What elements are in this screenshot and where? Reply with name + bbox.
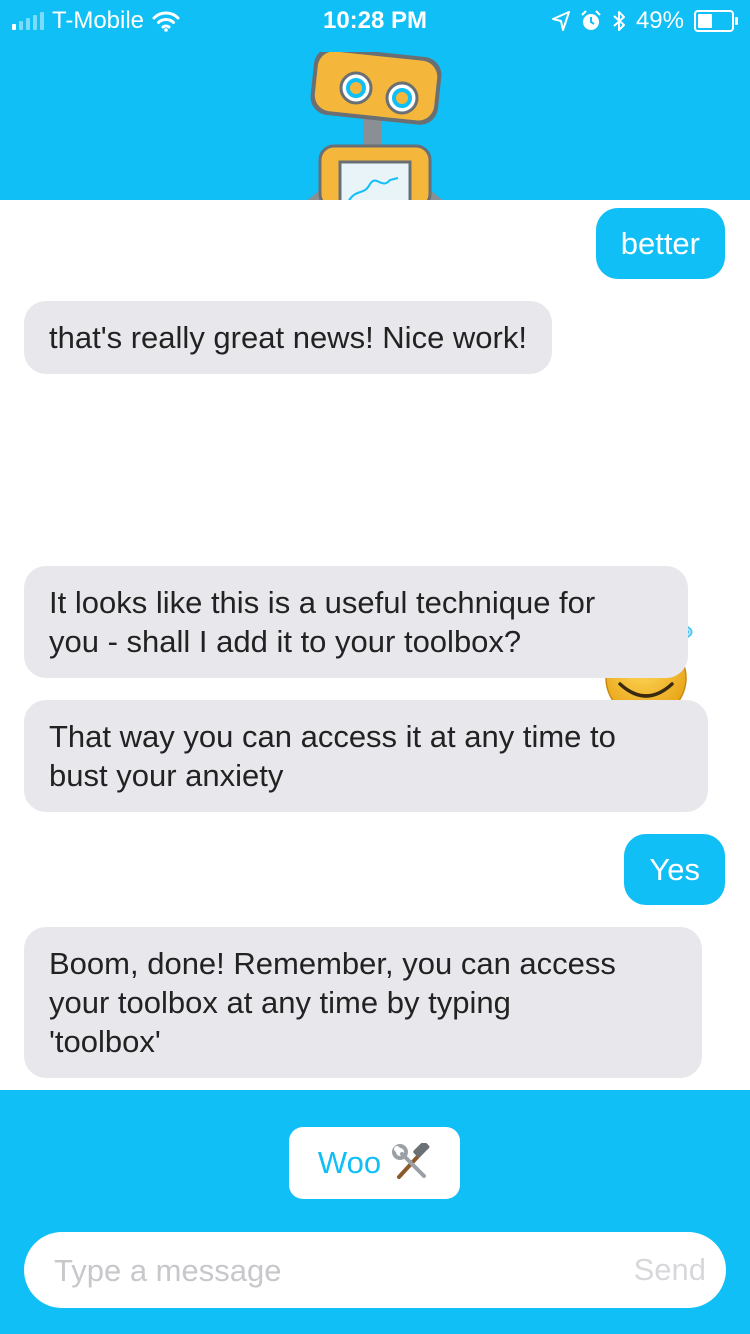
hammer-and-wrench-icon [392, 1143, 430, 1179]
message-text: better [620, 226, 700, 261]
message-composer: Send [24, 1232, 726, 1310]
send-button[interactable]: Send [634, 1232, 706, 1308]
status-bar-right: 49% [551, 7, 738, 35]
chat-header: T-Mobile 10:28 PM 49% [0, 0, 750, 200]
message-text: that's really great news! Nice work! [49, 320, 527, 355]
quick-reply-button[interactable]: Woo [289, 1127, 460, 1199]
message-user: Yes [624, 834, 725, 905]
alarm-icon [581, 10, 601, 30]
chat-footer: Woo Send [0, 1090, 750, 1334]
message-bot: That way you can access it at any time t… [24, 700, 708, 812]
message-text-line: you - shall I add it to your toolbox? [49, 624, 522, 659]
message-text-line: bust your anxiety [49, 758, 284, 793]
message-user: better [595, 208, 725, 279]
message-bot: that's really great news! Nice work! [24, 301, 552, 374]
message-text-line: That way you can access it at any time t… [49, 719, 616, 754]
message-text-line: your toolbox at any time by typing [49, 985, 511, 1020]
battery-icon [694, 10, 738, 32]
message-input[interactable] [52, 1232, 616, 1310]
quick-reply-label: Woo [317, 1145, 382, 1180]
message-bot: Boom, done! Remember, you can access you… [24, 927, 702, 1078]
status-bar: T-Mobile 10:28 PM 49% [0, 0, 750, 40]
robot-mascot [307, 52, 443, 200]
battery-fill [698, 14, 712, 28]
location-icon [551, 11, 570, 31]
chat-thread[interactable]: better that's really great news! Nice wo… [0, 200, 750, 1090]
message-bot: It looks like this is a useful technique… [24, 566, 688, 678]
bluetooth-icon [613, 11, 625, 31]
battery-percent: 49% [635, 7, 684, 34]
message-text-line: Boom, done! Remember, you can access [49, 946, 616, 981]
message-text-line: It looks like this is a useful technique… [49, 585, 596, 620]
message-text-line: 'toolbox' [49, 1024, 161, 1059]
message-text: Yes [649, 852, 700, 887]
